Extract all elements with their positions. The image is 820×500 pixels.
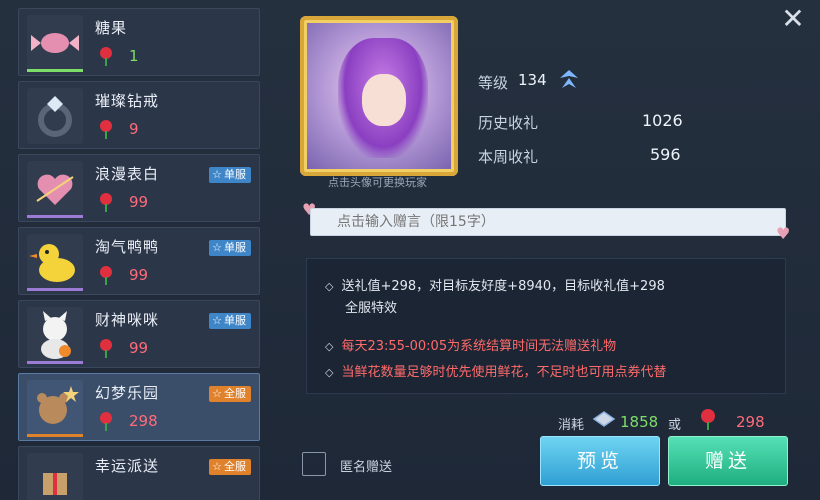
lucky-gift-icon [27,453,83,500]
diamond-ring-icon [27,88,83,144]
coupon-cost-value: 1858 [620,413,659,431]
badge-label: 全服 [224,460,246,473]
bullet-icon: ◇ [325,280,334,293]
gift-name: 璀璨钻戒 [95,92,160,110]
rose-icon [100,339,112,358]
rose-icon [100,412,112,431]
gift-name: 幻梦乐园 [95,384,160,402]
single-server-badge: ☆ 单服 [209,313,251,329]
star-icon: ☆ [212,168,222,181]
level-label: 等级 [478,74,509,92]
info-line-settlement: ◇ 每天23:55-00:05为系统结算时间无法赠送礼物 [325,335,616,354]
gift-item-romantic-confession[interactable]: 浪漫表白 ☆ 单服 99 [18,154,260,222]
gift-cost: 99 [129,193,149,211]
message-input[interactable] [310,208,786,236]
star-icon: ☆ [212,314,222,327]
gift-item-dream-park[interactable]: 幻梦乐园 ☆ 全服 298 [18,373,260,441]
rarity-underline [27,215,83,218]
gift-item-candy[interactable]: 糖果 1 [18,8,260,76]
all-server-badge: ☆ 全服 [209,459,251,475]
badge-label: 单服 [224,314,246,327]
gift-name: 淘气鸭鸭 [95,238,160,256]
weekly-gifts-value: 596 [650,145,681,164]
dream-bear-icon [27,380,83,436]
star-icon: ☆ [212,241,222,254]
rose-icon [701,409,715,430]
badge-label: 单服 [224,168,246,181]
rose-icon [100,47,112,66]
level-value: 134 [518,71,547,89]
info-line-effects: ◇ 送礼值+298，对目标友好度+8940，目标收礼值+298 [325,275,665,294]
gift-name: 浪漫表白 [95,165,160,183]
gift-cost: 99 [129,339,149,357]
fortune-cat-icon [27,307,83,363]
cupid-icon [27,161,83,217]
coupon-icon [592,411,616,427]
avatar-face [362,74,406,126]
info-text: 每天23:55-00:05为系统结算时间无法赠送礼物 [341,339,617,354]
rose-icon [100,120,112,139]
gift-info-box: ◇ 送礼值+298，对目标友好度+8940，目标收礼值+298 全服特效 ◇ 每天2… [306,258,786,394]
gift-item-naughty-duck[interactable]: 淘气鸭鸭 ☆ 单服 99 [18,227,260,295]
bullet-icon: ◇ [325,340,334,353]
close-button[interactable]: ✕ [778,4,808,34]
player-avatar[interactable] [300,16,458,176]
star-icon: ☆ [212,387,222,400]
rarity-underline [27,361,83,364]
rarity-underline [27,69,83,72]
cost-or-label: 或 [668,418,682,433]
badge-label: 全服 [224,387,246,400]
rose-icon [100,193,112,212]
rank-icon [560,70,578,88]
gift-cost: 9 [129,120,139,138]
gift-item-lucky-delivery[interactable]: 幸运派送 ☆ 全服 [18,446,260,500]
gift-cost: 1 [129,47,139,65]
weekly-gifts-label: 本周收礼 [478,148,539,166]
gift-name: 财神咪咪 [95,311,160,329]
all-server-badge: ☆ 全服 [209,386,251,402]
preview-button[interactable]: 预览 [540,436,660,486]
single-server-badge: ☆ 单服 [209,240,251,256]
rose-cost-value: 298 [736,413,765,431]
badge-label: 单服 [224,241,246,254]
avatar-caption: 点击头像可更换玩家 [328,176,427,189]
gift-cost: 298 [129,412,158,430]
info-line-flower-priority: ◇ 当鲜花数量足够时优先使用鲜花，不足时也可用点券代替 [325,361,666,380]
send-button[interactable]: 赠送 [668,436,788,486]
info-text: 当鲜花数量足够时优先使用鲜花，不足时也可用点券代替 [341,365,667,380]
anonymous-label: 匿名赠送 [340,460,393,475]
gift-cost: 99 [129,266,149,284]
gift-item-fortune-cat[interactable]: 财神咪咪 ☆ 单服 99 [18,300,260,368]
info-text: 送礼值+298，对目标友好度+8940，目标收礼值+298 [341,279,665,294]
history-gifts-value: 1026 [642,111,683,130]
single-server-badge: ☆ 单服 [209,167,251,183]
rarity-underline [27,434,83,437]
heart-icon: ♥ [776,224,791,243]
bullet-icon: ◇ [325,366,334,379]
anonymous-checkbox[interactable] [302,452,326,476]
candy-icon [27,15,83,71]
cost-label: 消耗 [558,418,585,433]
gift-item-diamond-ring[interactable]: 璀璨钻戒 9 [18,81,260,149]
rose-icon [100,266,112,285]
history-gifts-label: 历史收礼 [478,114,539,132]
gift-name: 糖果 [95,19,128,37]
rarity-underline [27,288,83,291]
info-line-effects-cont: 全服特效 [345,301,398,316]
star-icon: ☆ [212,460,222,473]
gift-name: 幸运派送 [95,457,160,475]
gift-list[interactable]: 糖果 1 璀璨钻戒 9 浪漫表白 ☆ 单服 99 淘气鸭鸭 ☆ 单服 99 财神… [18,8,262,500]
duck-icon [27,234,83,290]
